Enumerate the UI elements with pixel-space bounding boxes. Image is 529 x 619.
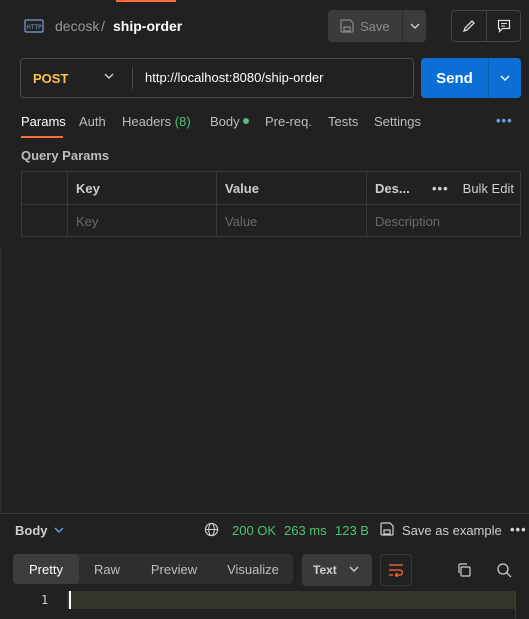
text-cursor xyxy=(69,591,71,609)
checkbox-column-header xyxy=(22,172,67,204)
response-time[interactable]: 263 ms xyxy=(284,523,327,538)
pencil-icon xyxy=(462,20,475,33)
tab-raw[interactable]: Raw xyxy=(79,554,135,584)
edit-button-group xyxy=(451,10,521,42)
format-select[interactable]: Text xyxy=(302,554,372,586)
editor-scrollbar[interactable] xyxy=(515,590,516,619)
column-options-button[interactable]: ••• xyxy=(432,181,449,196)
send-button-group: Send xyxy=(421,58,521,98)
http-icon: HTTP xyxy=(24,19,44,33)
search-icon[interactable] xyxy=(496,562,512,578)
chevron-down-icon[interactable] xyxy=(54,527,64,533)
save-icon xyxy=(340,19,354,33)
chevron-down-icon xyxy=(349,566,359,572)
tab-headers-label: Headers xyxy=(122,114,172,129)
bulk-edit-button[interactable]: Bulk Edit xyxy=(463,181,514,196)
tab-prereq[interactable]: Pre-req. xyxy=(265,114,312,129)
pane-edge xyxy=(0,248,2,514)
tab-headers[interactable]: Headers (8) xyxy=(122,114,191,129)
line-number: 1 xyxy=(41,593,49,607)
response-bar: Body 200 OK 263 ms 123 B Save as example… xyxy=(0,514,529,546)
chevron-down-icon xyxy=(500,75,510,81)
query-params-title: Query Params xyxy=(21,148,110,163)
wrap-lines-button[interactable] xyxy=(380,554,412,586)
chevron-down-icon xyxy=(410,23,419,29)
tab-visualize[interactable]: Visualize xyxy=(217,554,289,584)
query-params-table: Key Value Des... ••• Bulk Edit Key Value… xyxy=(21,171,521,237)
active-tab-underline xyxy=(21,136,63,138)
tab-auth[interactable]: Auth xyxy=(79,114,106,129)
status-code[interactable]: 200 OK xyxy=(232,523,276,538)
response-more-button[interactable]: ••• xyxy=(510,522,527,537)
description-input[interactable]: Description xyxy=(366,205,520,237)
body-indicator-dot xyxy=(242,118,249,124)
comments-button[interactable] xyxy=(487,11,520,41)
request-header: HTTP decosk / ship-order Save xyxy=(0,10,529,42)
tab-pretty[interactable]: Pretty xyxy=(13,554,79,584)
response-view-tabs: Pretty Raw Preview Visualize xyxy=(13,554,293,584)
more-tabs-button[interactable]: ••• xyxy=(496,113,513,128)
wrap-lines-icon xyxy=(389,564,404,577)
bulk-edit-control[interactable]: ••• Bulk Edit xyxy=(432,172,514,204)
save-options-button[interactable] xyxy=(403,10,426,42)
format-label: Text xyxy=(313,563,337,577)
column-header-value: Value xyxy=(216,172,366,204)
tab-preview[interactable]: Preview xyxy=(139,554,209,584)
method-select[interactable]: POST xyxy=(21,59,131,97)
row-checkbox-cell xyxy=(22,205,67,237)
breadcrumb-workspace[interactable]: decosk xyxy=(55,18,99,34)
method-label: POST xyxy=(33,70,69,86)
active-tab-accent xyxy=(116,0,176,2)
column-header-key: Key xyxy=(67,172,216,204)
table-row: Key Value Description xyxy=(22,205,520,238)
send-options-button[interactable] xyxy=(489,58,521,98)
response-size[interactable]: 123 B xyxy=(335,523,369,538)
save-button-group: Save xyxy=(328,10,426,42)
key-input[interactable]: Key xyxy=(67,205,216,237)
save-icon xyxy=(380,522,394,536)
tab-settings[interactable]: Settings xyxy=(374,114,421,129)
value-input[interactable]: Value xyxy=(216,205,366,237)
headers-count: (8) xyxy=(174,114,191,129)
tab-body-label: Body xyxy=(210,114,240,129)
copy-icon[interactable] xyxy=(456,562,472,578)
table-header-row: Key Value Des... ••• Bulk Edit xyxy=(22,172,520,205)
chevron-down-icon xyxy=(104,73,114,79)
save-as-example-button[interactable]: Save as example xyxy=(402,523,502,538)
current-line-highlight xyxy=(67,591,515,609)
breadcrumb-separator: / xyxy=(101,18,105,34)
send-button[interactable]: Send xyxy=(421,58,488,98)
tab-params[interactable]: Params xyxy=(21,114,66,129)
svg-text:HTTP: HTTP xyxy=(26,24,42,31)
tab-tests[interactable]: Tests xyxy=(328,114,358,129)
save-button[interactable]: Save xyxy=(328,10,402,42)
globe-icon[interactable] xyxy=(204,522,219,537)
request-bar: POST http://localhost:8080/ship-order xyxy=(20,58,414,98)
comment-icon xyxy=(497,19,510,33)
edit-button[interactable] xyxy=(452,11,486,41)
url-input[interactable]: http://localhost:8080/ship-order xyxy=(145,70,324,85)
save-label: Save xyxy=(360,18,390,34)
request-title[interactable]: ship-order xyxy=(113,18,182,34)
response-body-selector[interactable]: Body xyxy=(15,523,48,538)
tab-body[interactable]: Body xyxy=(210,114,249,129)
divider xyxy=(132,67,133,89)
response-editor[interactable]: 1 xyxy=(0,590,529,619)
request-tabs: Params Auth Headers (8) Body Pre-req. Te… xyxy=(21,114,521,138)
